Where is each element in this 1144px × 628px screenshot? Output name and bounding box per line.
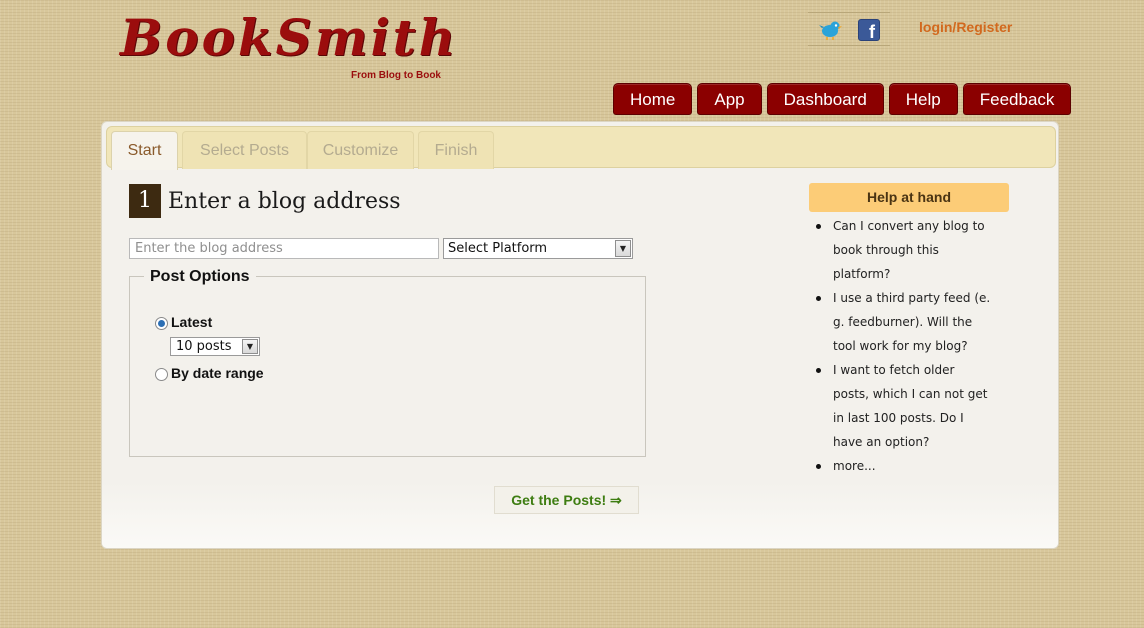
help-link-convert-blog[interactable]: Can I convert any blog to book through t… [833,219,985,281]
tab-start[interactable]: Start [111,131,178,170]
chevron-down-icon: ▼ [615,240,631,257]
platform-select-value: Select Platform [448,241,548,256]
facebook-icon[interactable]: f [858,19,880,41]
step-heading: 1 Enter a blog address [129,184,401,218]
step-number: 1 [129,184,161,218]
chevron-down-icon: ▼ [242,339,258,354]
brand-title: BookSmith [120,8,459,67]
help-header: Help at hand [809,183,1009,212]
help-item: Can I convert any blog to book through t… [813,214,993,286]
nav-home-button[interactable]: Home [613,83,693,115]
login-register-link[interactable]: login/Register [919,19,1012,35]
latest-label[interactable]: Latest [171,314,212,330]
tab-finish[interactable]: Finish [418,131,494,169]
main-nav: Home App Dashboard Help Feedback [613,83,1072,115]
help-list: Can I convert any blog to book through t… [813,214,993,478]
twitter-icon[interactable] [818,18,842,40]
wizard-tabs: Start Select Posts Customize Finish [106,126,1056,170]
nav-dashboard-button[interactable]: Dashboard [766,83,884,115]
posts-count-value: 10 posts [176,339,232,354]
help-item: I want to fetch older posts, which I can… [813,358,993,454]
blog-address-input[interactable] [129,238,439,259]
step-title: Enter a blog address [168,188,401,214]
help-link-older-posts[interactable]: I want to fetch older posts, which I can… [833,363,987,449]
post-options-fieldset: Post Options Latest 10 posts ▼ By date r… [129,268,646,457]
nav-app-button[interactable]: App [697,83,762,115]
post-options-legend: Post Options [144,268,256,286]
brand-tagline: From Blog to Book [351,70,441,81]
date-range-label[interactable]: By date range [171,365,264,381]
date-range-radio[interactable] [155,368,168,381]
brand-logo[interactable]: BookSmith From Blog to Book [120,8,459,81]
posts-count-select[interactable]: 10 posts ▼ [170,337,260,356]
get-posts-button[interactable]: Get the Posts! ⇒ [494,486,639,514]
social-links: f [808,12,890,46]
help-link-more[interactable]: more... [833,459,876,473]
help-item: more... [813,454,993,478]
platform-select[interactable]: Select Platform ▼ [443,238,633,259]
help-link-third-party-feed[interactable]: I use a third party feed (e. g. feedburn… [833,291,990,353]
nav-feedback-button[interactable]: Feedback [962,83,1072,115]
latest-radio[interactable] [155,317,168,330]
tab-select-posts[interactable]: Select Posts [182,131,307,169]
nav-help-button[interactable]: Help [888,83,958,115]
tab-customize[interactable]: Customize [307,131,414,169]
wizard-panel: Start Select Posts Customize Finish 1 En… [101,121,1059,549]
help-item: I use a third party feed (e. g. feedburn… [813,286,993,358]
